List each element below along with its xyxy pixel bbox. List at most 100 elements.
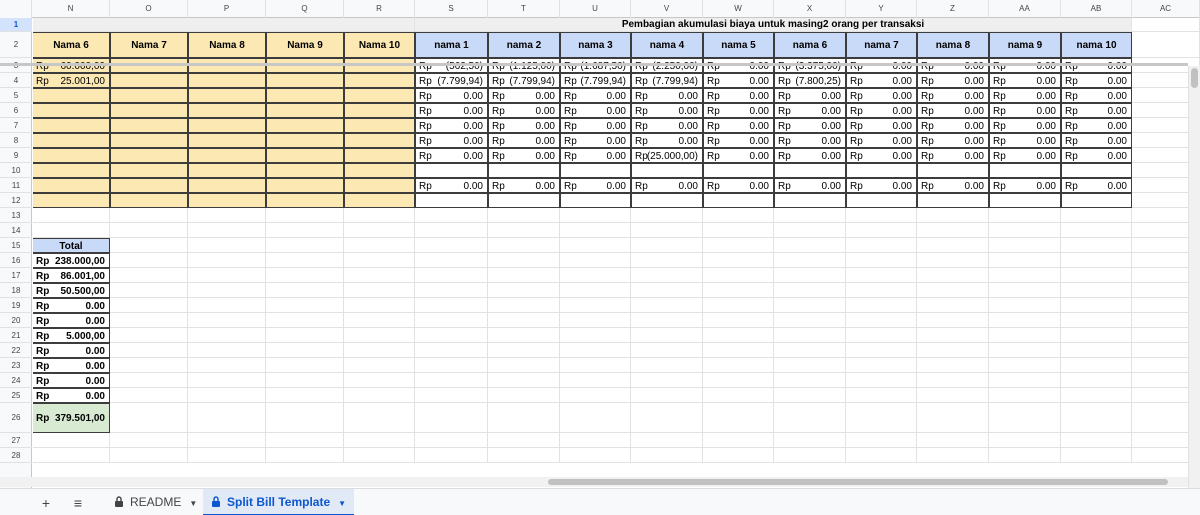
row-header-8[interactable]: 8 bbox=[0, 133, 32, 148]
row-header-5[interactable]: 5 bbox=[0, 88, 32, 103]
cell[interactable] bbox=[631, 388, 703, 403]
split-cell[interactable] bbox=[415, 193, 488, 208]
row-header-11[interactable]: 11 bbox=[0, 178, 32, 193]
total-row[interactable]: Rp 0.00 bbox=[33, 298, 110, 313]
cell[interactable] bbox=[846, 448, 917, 463]
cell[interactable] bbox=[774, 298, 846, 313]
total-row[interactable]: Rp 0.00 bbox=[33, 313, 110, 328]
cell[interactable] bbox=[1061, 223, 1132, 238]
cell[interactable] bbox=[703, 448, 774, 463]
cell[interactable] bbox=[110, 433, 188, 448]
cell[interactable] bbox=[33, 223, 110, 238]
cell[interactable] bbox=[560, 283, 631, 298]
grand-total[interactable]: Rp 379.501,00 bbox=[33, 403, 110, 433]
cell[interactable] bbox=[631, 223, 703, 238]
column-header-v[interactable]: V bbox=[631, 0, 703, 18]
split-cell[interactable]: Rp 0.00 bbox=[1061, 148, 1132, 163]
cell[interactable] bbox=[488, 373, 560, 388]
cell[interactable] bbox=[415, 343, 488, 358]
cell[interactable] bbox=[846, 268, 917, 283]
cell[interactable] bbox=[846, 388, 917, 403]
cell[interactable] bbox=[266, 208, 344, 223]
cell[interactable] bbox=[110, 343, 188, 358]
cell[interactable] bbox=[1061, 298, 1132, 313]
cell[interactable] bbox=[266, 403, 344, 433]
cell[interactable] bbox=[415, 403, 488, 433]
split-cell[interactable] bbox=[488, 163, 560, 178]
cell[interactable] bbox=[266, 253, 344, 268]
cell[interactable] bbox=[110, 223, 188, 238]
row-header-20[interactable]: 20 bbox=[0, 313, 32, 328]
row-header-14[interactable]: 14 bbox=[0, 223, 32, 238]
cell[interactable] bbox=[631, 313, 703, 328]
cell[interactable] bbox=[989, 238, 1061, 253]
split-cell[interactable]: Rp 0.00 bbox=[774, 178, 846, 193]
nama-cell[interactable] bbox=[33, 133, 110, 148]
header-split-nama-4[interactable]: nama 4 bbox=[631, 32, 703, 58]
cell[interactable] bbox=[188, 283, 266, 298]
cell[interactable] bbox=[989, 358, 1061, 373]
split-cell[interactable]: Rp 0.00 bbox=[1061, 88, 1132, 103]
cell[interactable] bbox=[560, 448, 631, 463]
frozen-rows-divider[interactable] bbox=[0, 63, 1188, 66]
split-cell[interactable]: Rp 0.00 bbox=[703, 178, 774, 193]
cell[interactable] bbox=[110, 403, 188, 433]
split-cell[interactable] bbox=[415, 163, 488, 178]
header-nama-8[interactable]: Nama 8 bbox=[188, 32, 266, 58]
cell[interactable] bbox=[266, 268, 344, 283]
cell[interactable] bbox=[560, 433, 631, 448]
cell[interactable] bbox=[188, 268, 266, 283]
cell[interactable] bbox=[266, 328, 344, 343]
chevron-down-icon[interactable]: ▼ bbox=[338, 490, 346, 515]
cell[interactable] bbox=[1061, 208, 1132, 223]
split-cell[interactable]: Rp 0.00 bbox=[488, 118, 560, 133]
nama-cell[interactable] bbox=[188, 118, 266, 133]
tab-readme[interactable]: README ▼ bbox=[106, 489, 205, 515]
split-cell[interactable]: Rp 0.00 bbox=[703, 103, 774, 118]
nama-cell[interactable] bbox=[110, 73, 188, 88]
cell[interactable] bbox=[415, 388, 488, 403]
total-row[interactable]: Rp 238.000,00 bbox=[33, 253, 110, 268]
cell[interactable] bbox=[703, 268, 774, 283]
split-cell[interactable]: Rp 0.00 bbox=[703, 148, 774, 163]
header-split-nama-7[interactable]: nama 7 bbox=[846, 32, 917, 58]
cell[interactable] bbox=[774, 238, 846, 253]
cell[interactable] bbox=[488, 433, 560, 448]
cell[interactable] bbox=[846, 298, 917, 313]
cell[interactable] bbox=[1061, 358, 1132, 373]
row-header-21[interactable]: 21 bbox=[0, 328, 32, 343]
header-split-nama-5[interactable]: nama 5 bbox=[703, 32, 774, 58]
cell[interactable] bbox=[344, 358, 415, 373]
cell[interactable] bbox=[631, 238, 703, 253]
header-nama-9[interactable]: Nama 9 bbox=[266, 32, 344, 58]
cell[interactable] bbox=[774, 283, 846, 298]
nama-cell[interactable] bbox=[266, 148, 344, 163]
split-cell[interactable]: Rp 0.00 bbox=[1061, 133, 1132, 148]
header-split-nama-1[interactable]: nama 1 bbox=[415, 32, 488, 58]
column-header-t[interactable]: T bbox=[488, 0, 560, 18]
split-cell[interactable]: Rp 0.00 bbox=[560, 133, 631, 148]
chevron-down-icon[interactable]: ▼ bbox=[189, 490, 197, 515]
nama-cell[interactable] bbox=[33, 193, 110, 208]
cell[interactable] bbox=[110, 358, 188, 373]
nama-cell[interactable] bbox=[344, 118, 415, 133]
cell[interactable] bbox=[344, 223, 415, 238]
split-cell[interactable] bbox=[774, 163, 846, 178]
cell[interactable] bbox=[703, 388, 774, 403]
split-cell[interactable] bbox=[846, 193, 917, 208]
split-cell[interactable]: Rp 0.00 bbox=[560, 88, 631, 103]
cell[interactable] bbox=[1061, 313, 1132, 328]
cell[interactable] bbox=[917, 223, 989, 238]
cell[interactable] bbox=[846, 208, 917, 223]
cell[interactable] bbox=[703, 298, 774, 313]
cell[interactable] bbox=[344, 238, 415, 253]
cell[interactable] bbox=[631, 403, 703, 433]
split-cell[interactable] bbox=[989, 193, 1061, 208]
cell[interactable] bbox=[774, 358, 846, 373]
split-cell[interactable]: Rp 0.00 bbox=[917, 118, 989, 133]
cell[interactable] bbox=[110, 448, 188, 463]
split-cell[interactable]: Rp 0.00 bbox=[415, 118, 488, 133]
cell[interactable] bbox=[631, 373, 703, 388]
cell[interactable] bbox=[989, 223, 1061, 238]
cell[interactable] bbox=[917, 403, 989, 433]
